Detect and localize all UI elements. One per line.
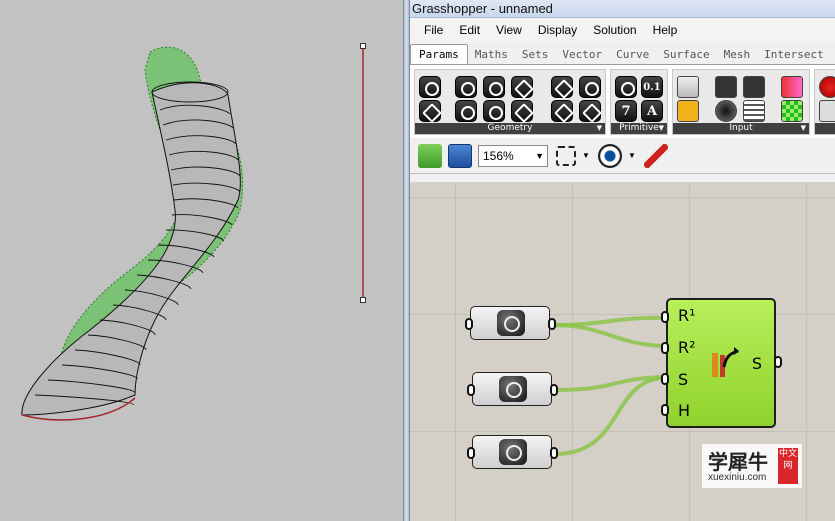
- ribbon-group-geometry: Geometry ▼: [414, 69, 606, 135]
- param-mesh-icon[interactable]: [511, 100, 533, 122]
- watermark: 学犀牛 xuexiniu.com 中文网: [702, 444, 802, 488]
- group-expand-icon[interactable]: ▼: [801, 123, 806, 134]
- menu-bar: File Edit View Display Solution Help: [410, 18, 835, 42]
- grasshopper-window: Grasshopper - unnamed File Edit View Dis…: [410, 0, 835, 521]
- group-expand-icon[interactable]: ▼: [597, 123, 602, 134]
- cherry-icon[interactable]: [819, 76, 835, 98]
- param-point-icon[interactable]: [419, 76, 441, 98]
- tab-intersect[interactable]: Intersect: [757, 48, 831, 64]
- app-root: Grasshopper - unnamed File Edit View Dis…: [0, 0, 835, 521]
- input-button-icon[interactable]: [715, 100, 737, 122]
- tab-surface[interactable]: Surface: [656, 48, 716, 64]
- curve-param-1[interactable]: [470, 306, 550, 340]
- input-rail1[interactable]: R¹: [678, 306, 696, 325]
- param-vector-icon[interactable]: [419, 100, 441, 122]
- param-boolean-icon[interactable]: [615, 76, 637, 98]
- input-same-height[interactable]: H: [678, 401, 690, 420]
- param-input-grip[interactable]: [467, 384, 475, 396]
- param-surface-icon[interactable]: [483, 100, 505, 122]
- curve-param-icon: [499, 439, 527, 465]
- window-title: Grasshopper - unnamed: [410, 0, 835, 18]
- param-geometry-icon[interactable]: [551, 100, 573, 122]
- tab-curve[interactable]: Curve: [609, 48, 656, 64]
- chevron-down-icon: ▼: [535, 150, 544, 161]
- window-splitter[interactable]: [403, 0, 410, 521]
- preview-eye-icon[interactable]: [598, 143, 622, 168]
- param-input-grip[interactable]: [465, 318, 473, 330]
- curve-param-2[interactable]: [472, 372, 552, 406]
- menu-display[interactable]: Display: [530, 23, 585, 37]
- menu-edit[interactable]: Edit: [451, 23, 488, 37]
- component-tabs: Params Maths Sets Vector Curve Surface M…: [410, 42, 835, 64]
- grasshopper-canvas[interactable]: R¹ R² S H S 学犀牛 xuexiniu.com 中文网: [410, 182, 835, 521]
- swept-surface[interactable]: [21, 82, 241, 416]
- param-line-icon[interactable]: [455, 100, 477, 122]
- rail-endpoint-top[interactable]: [360, 43, 366, 49]
- component-ribbon: Geometry ▼ 0.1 7 A Primitive ▼ Input ▼: [410, 64, 835, 138]
- input-value-list-icon[interactable]: [743, 100, 765, 122]
- rhino-viewport[interactable]: [0, 0, 403, 521]
- sweep2-component[interactable]: R¹ R² S H S: [666, 298, 776, 428]
- param-box-icon[interactable]: [511, 76, 533, 98]
- param-text-icon[interactable]: A: [641, 100, 663, 122]
- curve-param-3[interactable]: [472, 435, 552, 469]
- param-plane-icon[interactable]: [579, 100, 601, 122]
- param-circle-icon[interactable]: [455, 76, 477, 98]
- input-gradient-icon[interactable]: [781, 76, 803, 98]
- chevron-down-icon[interactable]: ▼: [628, 144, 638, 168]
- sweep-input-grip-r2[interactable]: [661, 342, 669, 354]
- input-matrix-icon[interactable]: [781, 100, 803, 122]
- chevron-down-icon[interactable]: ▼: [582, 144, 592, 168]
- wire-rail2[interactable]: [551, 323, 667, 348]
- param-brep-icon[interactable]: [551, 76, 573, 98]
- rail-endpoint-bottom[interactable]: [360, 297, 366, 303]
- group-label-input: Input ▼: [673, 123, 809, 134]
- param-output-grip[interactable]: [550, 447, 558, 459]
- save-icon[interactable]: [448, 143, 472, 168]
- open-folder-icon[interactable]: [418, 143, 442, 168]
- ribbon-group-input: Input ▼: [672, 69, 810, 135]
- tab-sets[interactable]: Sets: [515, 48, 556, 64]
- input-import-icon[interactable]: [677, 76, 699, 98]
- tab-maths[interactable]: Maths: [468, 48, 515, 64]
- zoom-select[interactable]: 156% ▼: [478, 144, 548, 167]
- group-label-geometry: Geometry ▼: [415, 123, 605, 134]
- param-field-icon[interactable]: [579, 76, 601, 98]
- group-label-primitive: Primitive ▼: [611, 123, 667, 134]
- param-output-grip[interactable]: [550, 384, 558, 396]
- viewport-geometry: [21, 43, 366, 421]
- sweep-input-grip-r1[interactable]: [661, 311, 669, 323]
- sweep-output-grip[interactable]: [774, 356, 782, 368]
- input-toggle-icon[interactable]: [715, 76, 737, 98]
- sweep-input-grip-s[interactable]: [661, 373, 669, 385]
- ribbon-group-primitive: 0.1 7 A Primitive ▼: [610, 69, 668, 135]
- tab-params[interactable]: Params: [410, 44, 468, 64]
- canvas-toolbar: 156% ▼ ▼ ▼: [410, 138, 835, 174]
- ribbon-group-util: [814, 69, 835, 135]
- output-surface[interactable]: S: [752, 354, 762, 373]
- input-sections[interactable]: S: [678, 370, 688, 389]
- menu-help[interactable]: Help: [645, 23, 686, 37]
- menu-file[interactable]: File: [416, 23, 451, 37]
- sketch-pen-icon[interactable]: [644, 143, 668, 168]
- menu-view[interactable]: View: [488, 23, 530, 37]
- tree-icon[interactable]: [819, 100, 835, 122]
- menu-solution[interactable]: Solution: [585, 23, 644, 37]
- param-curve-icon[interactable]: [483, 76, 505, 98]
- sweep2-icon: [712, 347, 739, 377]
- param-integer-icon[interactable]: 7: [615, 100, 637, 122]
- curve-param-icon: [497, 310, 525, 336]
- zoom-extents-icon[interactable]: [556, 145, 576, 166]
- input-rail2[interactable]: R²: [678, 338, 696, 357]
- tab-mesh[interactable]: Mesh: [717, 48, 758, 64]
- group-expand-icon[interactable]: ▼: [659, 123, 664, 134]
- curve-param-icon: [499, 376, 527, 402]
- sweep-input-grip-h[interactable]: [661, 404, 669, 416]
- input-graph-icon[interactable]: [677, 100, 699, 122]
- param-number-icon[interactable]: 0.1: [641, 76, 663, 98]
- param-output-grip[interactable]: [548, 318, 556, 330]
- param-input-grip[interactable]: [467, 447, 475, 459]
- input-panel-icon[interactable]: [743, 76, 765, 98]
- tab-vector[interactable]: Vector: [555, 48, 609, 64]
